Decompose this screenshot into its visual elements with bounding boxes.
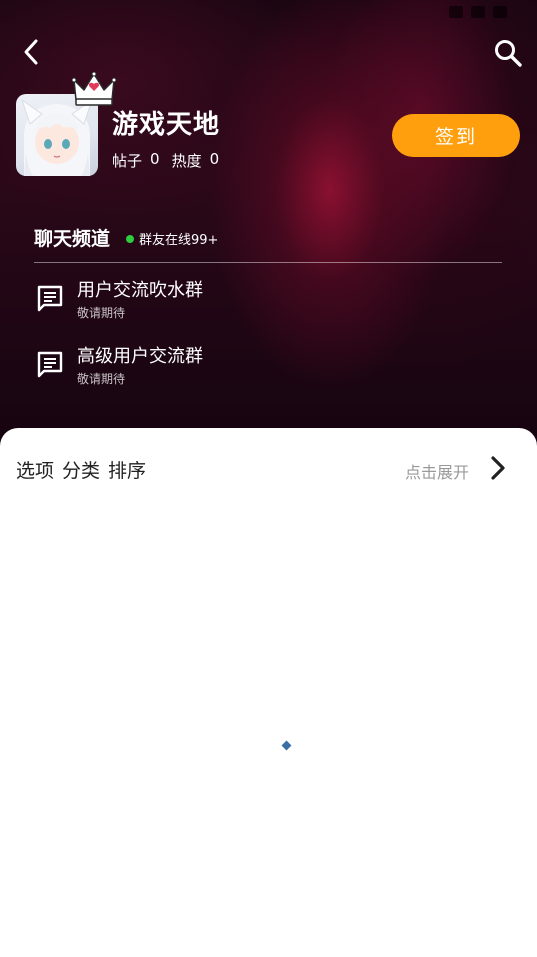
channel-subtitle: 敬请期待 <box>77 306 126 320</box>
chevron-left-icon <box>24 39 38 65</box>
chat-icon <box>37 285 63 312</box>
group-stats: 帖子 0 热度 0 <box>112 150 219 171</box>
channel-name: 高级用户交流群 <box>77 346 203 367</box>
divider <box>34 262 502 263</box>
channel-name: 用户交流吹水群 <box>77 280 203 301</box>
heat-label: 热度 <box>171 152 202 170</box>
online-dot-icon <box>126 234 134 243</box>
heat-count: 0 <box>209 150 220 168</box>
wifi-icon <box>471 6 485 18</box>
chat-channel-card: 聊天频道 群友在线99+ 用户交流吹水群 敬请期待 高级用户交流群 敬请期待 <box>16 192 521 412</box>
filter-category-label: 分类 <box>62 460 101 482</box>
expand-link[interactable]: 点击展开 <box>405 459 469 483</box>
chat-icon <box>37 351 63 378</box>
signal-icon <box>449 6 463 18</box>
posts-count: 0 <box>150 150 160 168</box>
filter-option-label: 选项 <box>16 460 55 482</box>
search-button[interactable] <box>493 38 523 68</box>
crown-icon <box>72 72 116 106</box>
posts-label: 帖子 <box>112 152 143 170</box>
battery-icon <box>493 6 507 18</box>
status-bar <box>0 0 537 28</box>
group-title: 游戏天地 <box>112 110 221 140</box>
search-icon <box>495 40 522 67</box>
channel-item-premium-chat[interactable]: 高级用户交流群 敬请期待 <box>34 340 494 392</box>
group-avatar <box>16 72 116 176</box>
back-button[interactable] <box>18 38 46 66</box>
channel-section-title: 聊天频道 <box>34 228 111 250</box>
channel-item-user-chat[interactable]: 用户交流吹水群 敬请期待 <box>34 274 494 326</box>
content-sheet: 选项 分类 排序 点击展开 <box>0 428 537 957</box>
online-count-text: 群友在线99+ <box>139 233 219 248</box>
filter-sort-label: 排序 <box>108 460 147 482</box>
filter-options[interactable]: 选项 分类 排序 <box>16 456 146 483</box>
checkin-button[interactable]: 签到 <box>392 114 520 157</box>
group-header-background: 游戏天地 帖子 0 热度 0 签到 聊天频道 群友在线99+ 用户交流吹水群 敬… <box>0 0 537 460</box>
online-indicator: 群友在线99+ <box>126 229 218 248</box>
chevron-right-icon[interactable] <box>487 454 509 482</box>
channel-subtitle: 敬请期待 <box>77 372 126 386</box>
status-icons <box>449 6 507 18</box>
